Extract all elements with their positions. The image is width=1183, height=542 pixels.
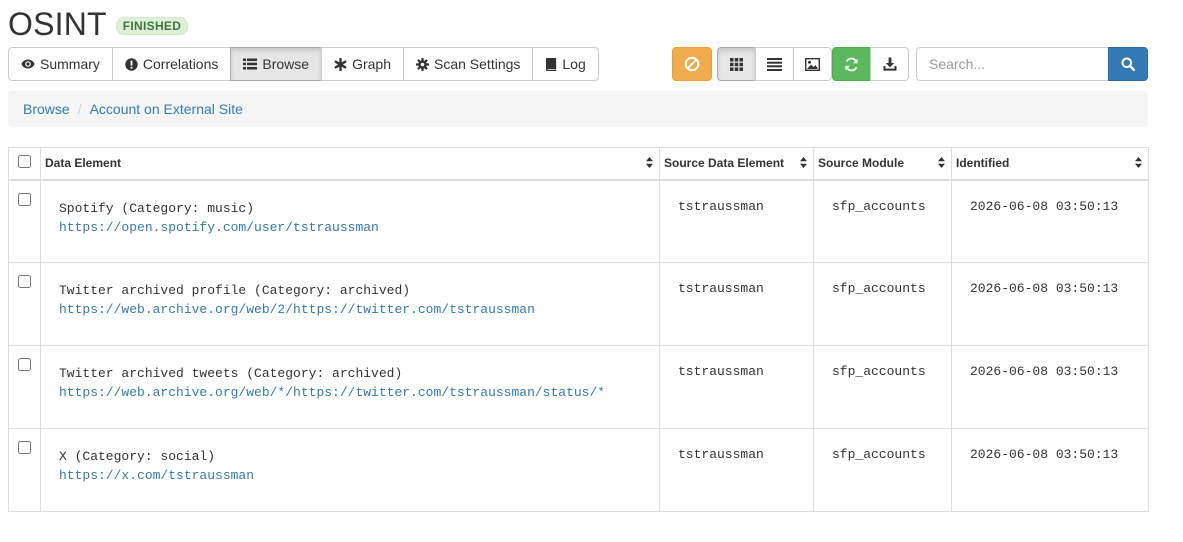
data-element-cell: Twitter archived tweets (Category: archi… [40, 345, 660, 429]
breadcrumb: Browse / Account on External Site [8, 91, 1148, 127]
column-header-identified[interactable]: Identified [951, 147, 1149, 181]
row-checkbox[interactable] [18, 441, 31, 454]
cog-icon [416, 57, 429, 71]
source-module-cell: sfp_accounts [813, 262, 952, 346]
download-button[interactable] [870, 47, 909, 81]
column-header-data-element[interactable]: Data Element [40, 147, 660, 181]
row-select-cell [8, 179, 41, 263]
exclamation-circle-icon [125, 57, 138, 71]
action-group [832, 47, 909, 81]
breadcrumb-current[interactable]: Account on External Site [90, 101, 243, 117]
view-mode-group [717, 47, 832, 81]
source-data-element-cell: tstraussman [659, 179, 814, 263]
book-icon [545, 57, 557, 71]
table-row: Twitter archived profile (Category: arch… [8, 262, 1149, 346]
data-element-text: Twitter archived tweets (Category: archi… [59, 366, 403, 381]
stop-group [672, 47, 712, 81]
identified-cell: 2026-06-08 03:50:13 [951, 262, 1149, 346]
breadcrumb-browse[interactable]: Browse [23, 101, 70, 117]
refresh-icon [844, 57, 859, 72]
tab-label: Graph [352, 56, 391, 72]
list-view-button[interactable] [755, 47, 794, 81]
sort-icon [938, 157, 945, 171]
identified-cell: 2026-06-08 03:50:13 [951, 345, 1149, 429]
eye-icon [21, 58, 35, 70]
breadcrumb-separator: / [77, 101, 82, 117]
image-view-button[interactable] [793, 47, 832, 81]
row-select-cell [8, 345, 41, 429]
tab-scan-settings[interactable]: Scan Settings [403, 47, 534, 81]
select-all-checkbox[interactable] [18, 155, 31, 169]
ban-icon [684, 56, 700, 72]
asterisk-icon [334, 57, 347, 71]
table-header-row: Data Element Source Data Element Source … [8, 147, 1149, 181]
source-data-element-cell: tstraussman [659, 345, 814, 429]
source-module-cell: sfp_accounts [813, 179, 952, 263]
tab-label: Scan Settings [434, 56, 521, 72]
select-all-cell [8, 147, 41, 181]
data-element-text: Spotify (Category: music) [59, 200, 255, 216]
search-icon [1121, 57, 1135, 71]
data-element-link[interactable]: https://x.com/tstraussman [59, 468, 254, 483]
grid-icon [730, 57, 743, 71]
source-data-element-cell: tstraussman [659, 262, 814, 346]
tab-label: Log [562, 56, 586, 72]
tab-label: Correlations [142, 56, 219, 72]
tab-correlations[interactable]: Correlations [111, 47, 232, 81]
page-header: OSINT FINISHED [8, 4, 189, 44]
column-header-source-module[interactable]: Source Module [813, 147, 952, 181]
data-element-cell: Twitter archived profile (Category: arch… [40, 262, 660, 346]
sort-icon [646, 157, 653, 171]
tab-bar: Summary Correlations Browse Graph Scan S… [8, 47, 599, 81]
row-checkbox[interactable] [18, 275, 31, 288]
search-group [916, 47, 1148, 81]
table-row: Spotify (Category: music) https://open.sp… [8, 179, 1149, 263]
source-module-cell: sfp_accounts [813, 428, 952, 512]
tab-log[interactable]: Log [532, 47, 599, 81]
row-checkbox[interactable] [18, 358, 31, 371]
tab-browse[interactable]: Browse [230, 47, 323, 81]
data-element-link[interactable]: https://open.spotify.com/user/tstraussma… [59, 220, 379, 235]
table-row: X (Category: social) https://x.com/tstrau… [8, 428, 1149, 512]
tab-label: Browse [262, 56, 310, 72]
tab-label: Summary [40, 56, 100, 72]
column-header-source-data-element[interactable]: Source Data Element [659, 147, 814, 181]
source-module-cell: sfp_accounts [813, 345, 952, 429]
image-icon [805, 57, 820, 71]
download-icon [883, 57, 897, 71]
results-table: Data Element Source Data Element Source … [8, 147, 1149, 512]
search-button[interactable] [1108, 47, 1148, 81]
status-badge: FINISHED [115, 16, 189, 35]
page-title: OSINT [8, 6, 107, 42]
data-element-cell: X (Category: social) https://x.com/tstrau… [40, 428, 660, 512]
identified-cell: 2026-06-08 03:50:13 [951, 179, 1149, 263]
refresh-button[interactable] [832, 47, 871, 81]
search-input[interactable] [916, 47, 1108, 81]
tab-summary[interactable]: Summary [8, 47, 113, 81]
data-element-text: X (Category: social) [59, 449, 216, 464]
identified-cell: 2026-06-08 03:50:13 [951, 428, 1149, 512]
stop-scan-button[interactable] [672, 47, 712, 81]
row-select-cell [8, 428, 41, 512]
list-view-icon [767, 57, 782, 71]
data-element-link[interactable]: https://web.archive.org/web/2/https://tw… [59, 302, 535, 317]
row-checkbox[interactable] [18, 192, 31, 206]
source-data-element-cell: tstraussman [659, 428, 814, 512]
sort-icon [1135, 157, 1142, 171]
grid-view-button[interactable] [717, 47, 756, 81]
data-element-link[interactable]: https://web.archive.org/web/*/https://tw… [59, 385, 605, 400]
data-element-text: Twitter archived profile (Category: arch… [59, 283, 411, 298]
table-row: Twitter archived tweets (Category: archi… [8, 345, 1149, 429]
sort-icon [800, 157, 807, 171]
tab-graph[interactable]: Graph [321, 47, 404, 81]
data-element-cell: Spotify (Category: music) https://open.sp… [40, 179, 660, 263]
list-icon [243, 58, 258, 70]
row-select-cell [8, 262, 41, 346]
